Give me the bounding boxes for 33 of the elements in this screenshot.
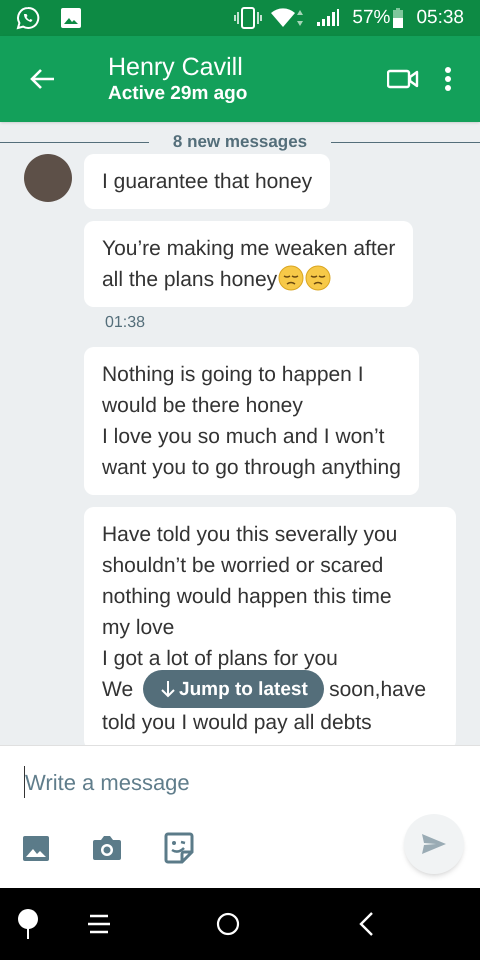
back-nav-button[interactable]: [357, 911, 375, 937]
message-text: told you I would pay all debts: [102, 710, 373, 736]
clock: 05:38: [416, 6, 464, 30]
message-time: 01:38: [105, 313, 146, 333]
chat-app-icon: [16, 6, 40, 30]
send-button[interactable]: [404, 814, 464, 874]
arrow-down-icon: [159, 680, 177, 698]
home-button[interactable]: [216, 912, 240, 936]
signal-icon: [316, 8, 340, 28]
pin-icon: [17, 909, 39, 939]
message-text: We: [102, 677, 134, 703]
message-input[interactable]: Write a message: [24, 766, 404, 798]
message-bubble: Nothing is going to happen I would be there honey I love you so much and I won’t want you to go through anything: [84, 347, 419, 495]
battery-percent: 57%: [352, 6, 390, 30]
message-bubble: You’re making me weaken after all the plans honey: [84, 221, 414, 307]
pensive-face-icon: [278, 265, 304, 291]
active-status: Active 29m ago: [108, 82, 248, 106]
contact-name: Henry Cavill: [108, 52, 244, 82]
send-icon: [421, 833, 447, 855]
battery-icon: [392, 7, 404, 29]
gallery-button[interactable]: [22, 834, 50, 862]
sticker-button[interactable]: [164, 832, 194, 864]
new-messages-divider: 8 new messages: [172, 131, 308, 154]
more-options-button[interactable]: [442, 65, 454, 93]
message-bubble: I guarantee that honey: [84, 154, 330, 209]
camera-button[interactable]: [92, 834, 122, 862]
image-icon: [60, 7, 82, 29]
vibrate-icon: [234, 7, 262, 29]
jump-to-latest-button[interactable]: Jump to latest: [143, 670, 324, 708]
message-text: soon,have: [329, 677, 426, 703]
menu-button[interactable]: [87, 913, 111, 935]
pensive-face-icon: [305, 265, 332, 291]
avatar: [24, 154, 72, 202]
